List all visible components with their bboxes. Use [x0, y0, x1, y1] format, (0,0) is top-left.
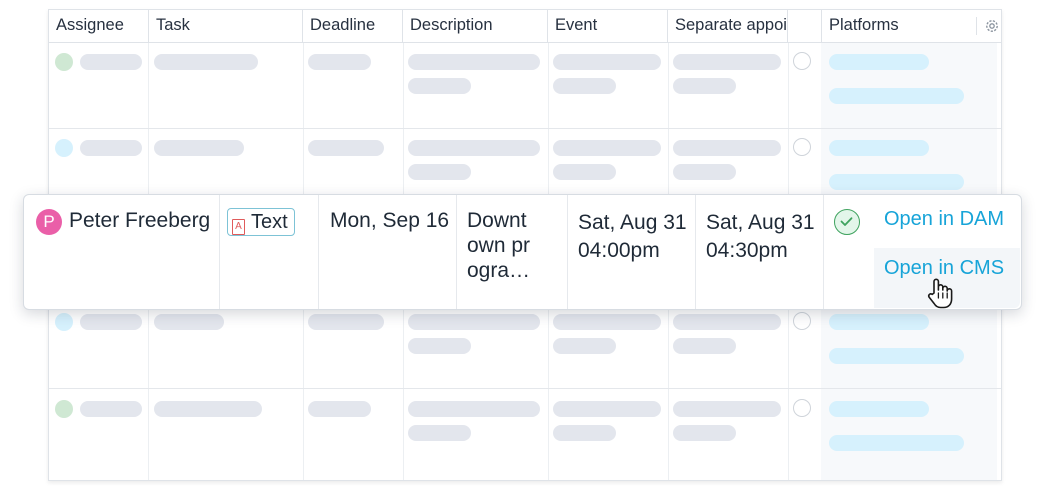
status-circle[interactable] [793, 312, 811, 330]
event-time: 04:00pm [578, 239, 660, 262]
column-header-platforms[interactable]: Platforms [822, 10, 967, 42]
avatar [55, 139, 73, 157]
status-circle[interactable] [793, 399, 811, 417]
column-header-assignee[interactable]: Assignee [49, 10, 149, 42]
event-date: Sat, Aug 31 [578, 211, 687, 234]
avatar [55, 313, 73, 331]
hand-pointer-icon [927, 278, 953, 309]
task-label: Text [251, 211, 288, 233]
avatar [55, 400, 73, 418]
avatar: P [36, 209, 62, 235]
document-icon: A [232, 219, 245, 235]
gear-icon[interactable] [976, 17, 998, 35]
task-badge[interactable]: A Text [227, 208, 295, 236]
status-circle[interactable] [793, 52, 811, 70]
description-value: Downt own progra… [467, 209, 531, 282]
separate-time: 04:30pm [706, 239, 788, 262]
column-header-status[interactable] [788, 10, 822, 42]
column-header-deadline[interactable]: Deadline [303, 10, 403, 42]
table-header: Assignee Task Deadline Description Event… [49, 10, 1001, 43]
event-cell: Sat, Aug 31 04:00pm [568, 195, 696, 309]
check-circle-icon[interactable] [834, 209, 860, 235]
column-header-event[interactable]: Event [548, 10, 668, 42]
column-header-description[interactable]: Description [403, 10, 548, 42]
deadline-cell: Mon, Sep 16 [319, 195, 457, 309]
task-cell: A Text [220, 195, 319, 309]
table-row[interactable] [49, 43, 1001, 129]
column-header-separate-appointment[interactable]: Separate appoi [668, 10, 788, 42]
status-cell [824, 195, 874, 309]
table-row[interactable] [49, 389, 1001, 480]
separate-appointment-cell: Sat, Aug 31 04:30pm [696, 195, 824, 309]
open-in-dam-link[interactable]: Open in DAM [884, 208, 1004, 231]
status-circle[interactable] [793, 138, 811, 156]
column-header-task[interactable]: Task [149, 10, 303, 42]
description-cell: Downt own progra… [457, 195, 568, 309]
highlighted-row-card[interactable]: P Peter Freeberg A Text Mon, Sep 16 Downt… [23, 194, 1022, 310]
separate-date: Sat, Aug 31 [706, 211, 815, 234]
assignee-cell: P Peter Freeberg [24, 195, 220, 309]
deadline-value: Mon, Sep 16 [330, 209, 450, 232]
avatar [55, 53, 73, 71]
assignee-name: Peter Freeberg [69, 209, 211, 232]
